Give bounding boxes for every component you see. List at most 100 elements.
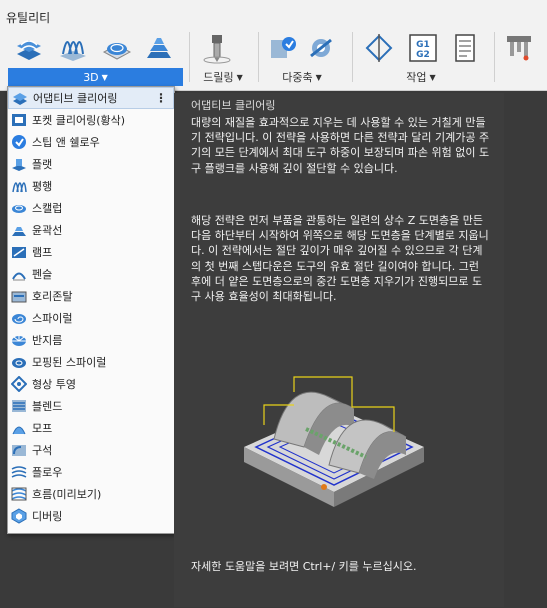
- project-icon: [11, 376, 27, 392]
- menu-item-contour[interactable]: 윤곽선: [8, 219, 174, 241]
- multiaxis-group-dropdown[interactable]: 다중축 ▼: [266, 68, 338, 86]
- menu-item-spiral[interactable]: 스파이럴: [8, 307, 174, 329]
- menu-item-label: 포켓 클리어링(황삭): [32, 114, 126, 127]
- menu-item-parallel[interactable]: 평행: [8, 175, 174, 197]
- tooltip-description-1: 대량의 재질을 효과적으로 지우는 데 사용할 수 있는 거칠게 만들기 전략입…: [191, 116, 490, 175]
- menu-item-label: 디버링: [32, 510, 63, 523]
- deburr-icon: [11, 508, 27, 524]
- adaptive-clearing-illustration: [244, 376, 424, 507]
- menu-item-project[interactable]: 형상 투영: [8, 373, 174, 395]
- ramp-icon: [12, 247, 26, 258]
- drill-icon: [203, 35, 231, 64]
- contour-icon: [147, 38, 171, 58]
- tooltip-panel: 어댑티브 클리어링 대량의 재질을 효과적으로 지우는 데 사용할 수 있는 거…: [174, 93, 504, 607]
- menu-item-radial[interactable]: 반지름: [8, 329, 174, 351]
- menu-item-corner[interactable]: 구석: [8, 439, 174, 461]
- gcode-tool-button[interactable]: G1 G2: [406, 30, 440, 66]
- tool-library-icon: [507, 36, 531, 61]
- ribbon-tab-title: 유틸리티: [6, 11, 51, 25]
- group-separator: [189, 32, 190, 82]
- probe-icon: [365, 34, 393, 62]
- menu-item-steep-shallow[interactable]: 스팁 앤 쉘로우: [8, 131, 174, 153]
- spiral-icon: [12, 314, 26, 324]
- actions-group-label: 작업: [406, 71, 427, 84]
- ribbon-toolbar: 유틸리티 3D ▼ 드릴링 ▼ 다중축 ▼ G1 G2 작업 ▼: [0, 0, 547, 91]
- group-separator: [352, 32, 353, 82]
- setup-sheet-tool-button[interactable]: [448, 30, 482, 66]
- menu-item-label: 블렌드: [32, 400, 63, 413]
- menu-item-label: 흐름(미리보기): [32, 488, 102, 501]
- flow-icon: [11, 466, 27, 478]
- adaptive-clearing-tool-button[interactable]: [12, 30, 46, 66]
- parallel-icon: [12, 182, 27, 193]
- menu-item-label: 구석: [32, 444, 53, 457]
- svg-text:G1: G1: [416, 40, 430, 50]
- morphed-spiral-icon: [12, 358, 26, 368]
- menu-item-horizontal[interactable]: 호리존탈: [8, 285, 174, 307]
- svg-text:G2: G2: [416, 50, 430, 60]
- chevron-down-icon: ▼: [429, 72, 436, 82]
- menu-item-pocket-clearing[interactable]: 포켓 클리어링(황삭): [8, 109, 174, 131]
- radial-icon: [12, 336, 26, 346]
- swarf-tool-button[interactable]: [266, 30, 300, 66]
- menu-item-adaptive-clearing[interactable]: 어댑티브 클리어링 ⋮: [8, 87, 174, 109]
- 3d-group-dropdown[interactable]: 3D ▼: [8, 68, 183, 86]
- menu-item-deburr[interactable]: 디버링: [8, 505, 174, 527]
- tooltip-help-hint: 자세한 도움말을 보려면 Ctrl+/ 키를 누르십시오.: [191, 560, 417, 573]
- morph-icon: [12, 426, 26, 435]
- chevron-down-icon: ▼: [236, 72, 243, 82]
- menu-item-label: 어댑티브 클리어링: [33, 92, 118, 105]
- menu-item-label: 스팁 앤 쉘로우: [32, 136, 100, 149]
- adaptive-clearing-icon: [17, 40, 41, 60]
- pocket-clearing-icon: [12, 114, 26, 126]
- flow-preview-icon: [11, 487, 27, 501]
- menu-item-label: 모프: [32, 422, 53, 435]
- menu-item-label: 평행: [32, 180, 53, 193]
- tool-library-button[interactable]: [502, 30, 536, 66]
- menu-item-morphed-spiral[interactable]: 모핑된 스파이럴: [8, 351, 174, 373]
- scallop-icon: [102, 43, 132, 60]
- menu-item-label: 램프: [32, 246, 53, 259]
- tooltip-title: 어댑티브 클리어링: [191, 99, 276, 112]
- menu-item-label: 펜슬: [32, 268, 53, 281]
- group-separator: [494, 32, 495, 82]
- more-options-icon[interactable]: ⋮: [155, 91, 167, 105]
- menu-item-morph[interactable]: 모프: [8, 417, 174, 439]
- 3d-group-label: 3D: [83, 70, 99, 84]
- rotary-tool-button[interactable]: [304, 30, 338, 66]
- menu-item-label: 윤곽선: [32, 224, 63, 237]
- menu-item-label: 모핑된 스파이럴: [32, 356, 107, 369]
- probe-tool-button[interactable]: [362, 30, 396, 66]
- adaptive-clearing-icon: [13, 93, 27, 105]
- menu-item-blend[interactable]: 블렌드: [8, 395, 174, 417]
- menu-item-label: 플로우: [32, 466, 63, 479]
- menu-item-ramp[interactable]: 램프: [8, 241, 174, 263]
- contour-icon: [12, 227, 26, 236]
- scallop-tool-button[interactable]: [100, 30, 134, 66]
- menu-item-flow[interactable]: 플로우: [8, 461, 174, 483]
- chevron-down-icon: ▼: [101, 72, 108, 82]
- parallel-tool-button[interactable]: [56, 30, 90, 66]
- menu-item-label: 호리존탈: [32, 290, 73, 303]
- parallel-icon: [60, 41, 86, 61]
- contour-tool-button[interactable]: [142, 30, 176, 66]
- 3d-strategy-menu: 어댑티브 클리어링 ⋮ 포켓 클리어링(황삭) 스팁 앤 쉘로우 플랫 평행 스…: [7, 86, 175, 534]
- menu-item-label: 스파이럴: [32, 312, 73, 325]
- menu-item-label: 플랫: [32, 158, 53, 171]
- menu-item-label: 스캘럽: [32, 202, 63, 215]
- menu-item-label: 형상 투영: [32, 378, 76, 391]
- drill-tool-button[interactable]: [200, 30, 234, 66]
- group-separator: [258, 32, 259, 82]
- menu-item-scallop[interactable]: 스캘럽: [8, 197, 174, 219]
- menu-item-flat[interactable]: 플랫: [8, 153, 174, 175]
- menu-item-flow-preview[interactable]: 흐름(미리보기): [8, 483, 174, 505]
- multiaxis-group-label: 다중축: [282, 71, 313, 84]
- actions-group-dropdown[interactable]: 작업 ▼: [362, 68, 480, 86]
- menu-item-pencil[interactable]: 펜슬: [8, 263, 174, 285]
- pencil-icon: [12, 272, 26, 281]
- drilling-group-dropdown[interactable]: 드릴링 ▼: [193, 68, 253, 86]
- horizontal-icon: [11, 291, 27, 303]
- multiaxis-swarf-icon: [271, 37, 296, 58]
- scallop-icon: [12, 205, 26, 213]
- chevron-down-icon: ▼: [315, 72, 322, 82]
